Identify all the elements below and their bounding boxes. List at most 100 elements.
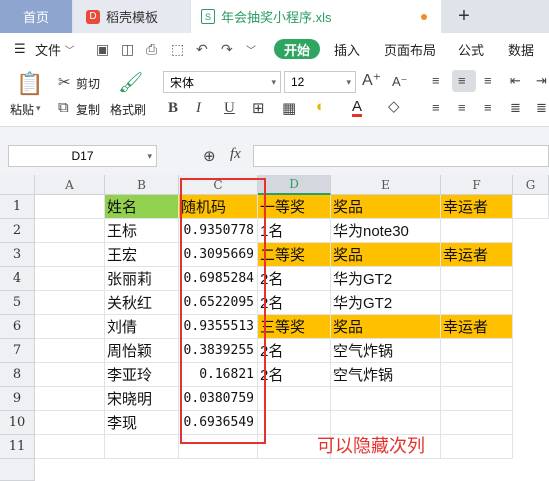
cell-d7[interactable]: 2名 bbox=[258, 339, 331, 363]
cell-f5[interactable] bbox=[441, 291, 513, 315]
cell-g1[interactable] bbox=[513, 195, 549, 219]
row-header[interactable]: 9 bbox=[0, 387, 35, 411]
zoom-icon[interactable]: ⊕ bbox=[203, 147, 216, 165]
row-header[interactable]: 5 bbox=[0, 291, 35, 315]
cell-b10[interactable]: 李现 bbox=[105, 411, 179, 435]
new-tab-button[interactable]: + bbox=[449, 0, 479, 33]
save-icon[interactable]: ▣ bbox=[96, 39, 109, 59]
indent-left-icon[interactable]: ⇤ bbox=[510, 74, 521, 87]
paste-chevron-icon[interactable]: ▾ bbox=[36, 103, 41, 114]
paste-button[interactable]: 粘贴 bbox=[10, 101, 34, 118]
cell-b1[interactable]: 姓名 bbox=[105, 195, 179, 219]
cell-a11[interactable] bbox=[35, 435, 105, 459]
formula-input[interactable] bbox=[253, 145, 549, 167]
align-bottom-icon[interactable]: ≡ bbox=[484, 74, 492, 87]
menu-formula[interactable]: 公式 bbox=[458, 39, 484, 59]
redo-icon[interactable]: ↷ bbox=[221, 39, 233, 59]
col-header-g[interactable]: G bbox=[513, 175, 549, 195]
menu-page-layout[interactable]: 页面布局 bbox=[384, 39, 436, 59]
menu-file[interactable]: 文件 ﹀ bbox=[35, 39, 75, 59]
row-header[interactable]: 7 bbox=[0, 339, 35, 363]
col-header-f[interactable]: F bbox=[441, 175, 513, 195]
fill-color-icon[interactable]: ▦ bbox=[282, 101, 296, 116]
cell-a9[interactable] bbox=[35, 387, 105, 411]
indent-right-icon[interactable]: ⇥ bbox=[536, 74, 547, 87]
copy-button[interactable]: 复制 bbox=[76, 101, 100, 118]
cell-b11[interactable] bbox=[105, 435, 179, 459]
col-header-b[interactable]: B bbox=[105, 175, 179, 195]
cell-f9[interactable] bbox=[441, 387, 513, 411]
cell-a1[interactable] bbox=[35, 195, 105, 219]
cell-d6[interactable]: 三等奖 bbox=[258, 315, 331, 339]
cell-e6[interactable]: 奖品 bbox=[331, 315, 441, 339]
distribute-icon[interactable]: ≣ bbox=[536, 101, 547, 114]
border-icon[interactable]: ⊞ bbox=[252, 101, 265, 116]
cell-b9[interactable]: 宋晓明 bbox=[105, 387, 179, 411]
row-header[interactable]: 1 bbox=[0, 195, 35, 219]
align-left-icon[interactable]: ≡ bbox=[432, 101, 440, 114]
undo-icon[interactable]: ↶ bbox=[196, 39, 208, 59]
cell-b5[interactable]: 关秋红 bbox=[105, 291, 179, 315]
align-middle-icon[interactable]: ≡ bbox=[458, 101, 466, 114]
cell-b6[interactable]: 刘倩 bbox=[105, 315, 179, 339]
cell-a2[interactable] bbox=[35, 219, 105, 243]
row-header[interactable]: 3 bbox=[0, 243, 35, 267]
row-header[interactable]: 2 bbox=[0, 219, 35, 243]
print-icon[interactable]: ⎙ bbox=[146, 39, 157, 59]
row-header[interactable]: 10 bbox=[0, 411, 35, 435]
cell-a8[interactable] bbox=[35, 363, 105, 387]
row-header[interactable]: 11 bbox=[0, 435, 35, 459]
row-header[interactable]: 6 bbox=[0, 315, 35, 339]
cell-e3[interactable]: 奖品 bbox=[331, 243, 441, 267]
hamburger-icon[interactable]: ☰ bbox=[14, 39, 26, 59]
cell-f11[interactable] bbox=[441, 435, 513, 459]
cell-a3[interactable] bbox=[35, 243, 105, 267]
format-painter-button[interactable]: 格式刷 bbox=[110, 101, 146, 118]
cut-button[interactable]: 剪切 bbox=[76, 75, 100, 92]
tab-template[interactable]: D 稻壳模板 bbox=[74, 0, 190, 33]
fx-icon[interactable]: fx bbox=[230, 146, 241, 163]
print-preview-icon[interactable]: ◫ bbox=[121, 39, 134, 59]
row-header[interactable] bbox=[0, 459, 35, 481]
cell-e9[interactable] bbox=[331, 387, 441, 411]
col-header-e[interactable]: E bbox=[331, 175, 441, 195]
cell-f4[interactable] bbox=[441, 267, 513, 291]
decrease-font-icon[interactable]: A⁻ bbox=[392, 75, 408, 88]
cell-e5[interactable]: 华为GT2 bbox=[331, 291, 441, 315]
export-icon[interactable]: ⬚ bbox=[171, 39, 184, 59]
cell-b7[interactable]: 周怡颖 bbox=[105, 339, 179, 363]
cell-e1[interactable]: 奖品 bbox=[331, 195, 441, 219]
more-chevron-icon[interactable]: ﹀ bbox=[246, 39, 256, 59]
font-color-icon[interactable]: A bbox=[352, 99, 363, 117]
bold-button[interactable]: B bbox=[168, 101, 178, 116]
cell-b4[interactable]: 张丽莉 bbox=[105, 267, 179, 291]
menu-insert[interactable]: 插入 bbox=[334, 39, 360, 59]
paste-icon[interactable]: 📋 bbox=[16, 73, 43, 95]
eraser-icon[interactable]: ◇ bbox=[388, 99, 400, 114]
justify-icon[interactable]: ≣ bbox=[510, 101, 521, 114]
increase-font-icon[interactable]: A⁺ bbox=[362, 73, 381, 89]
cell-e4[interactable]: 华为GT2 bbox=[331, 267, 441, 291]
cell-e2[interactable]: 华为note30 bbox=[331, 219, 441, 243]
menu-data[interactable]: 数据 bbox=[508, 39, 534, 59]
cell-b2[interactable]: 王标 bbox=[105, 219, 179, 243]
tab-home[interactable]: 首页 bbox=[0, 0, 72, 33]
cell-a6[interactable] bbox=[35, 315, 105, 339]
cell-f7[interactable] bbox=[441, 339, 513, 363]
cell-d5[interactable]: 2名 bbox=[258, 291, 331, 315]
cell-d8[interactable]: 2名 bbox=[258, 363, 331, 387]
cell-d3[interactable]: 二等奖 bbox=[258, 243, 331, 267]
cell-f10[interactable] bbox=[441, 411, 513, 435]
row-header[interactable]: 4 bbox=[0, 267, 35, 291]
align-top-icon[interactable]: ≡ bbox=[432, 74, 440, 87]
cell-a7[interactable] bbox=[35, 339, 105, 363]
align-right-icon[interactable]: ≡ bbox=[484, 101, 492, 114]
cell-a10[interactable] bbox=[35, 411, 105, 435]
menu-start[interactable]: 开始 bbox=[274, 39, 321, 59]
underline-button[interactable]: U bbox=[224, 101, 235, 116]
cell-f2[interactable] bbox=[441, 219, 513, 243]
col-header-a[interactable]: A bbox=[35, 175, 105, 195]
cell-d1[interactable]: 一等奖 bbox=[258, 195, 331, 219]
name-box[interactable]: D17 ▾ bbox=[8, 145, 157, 167]
row-header[interactable]: 8 bbox=[0, 363, 35, 387]
